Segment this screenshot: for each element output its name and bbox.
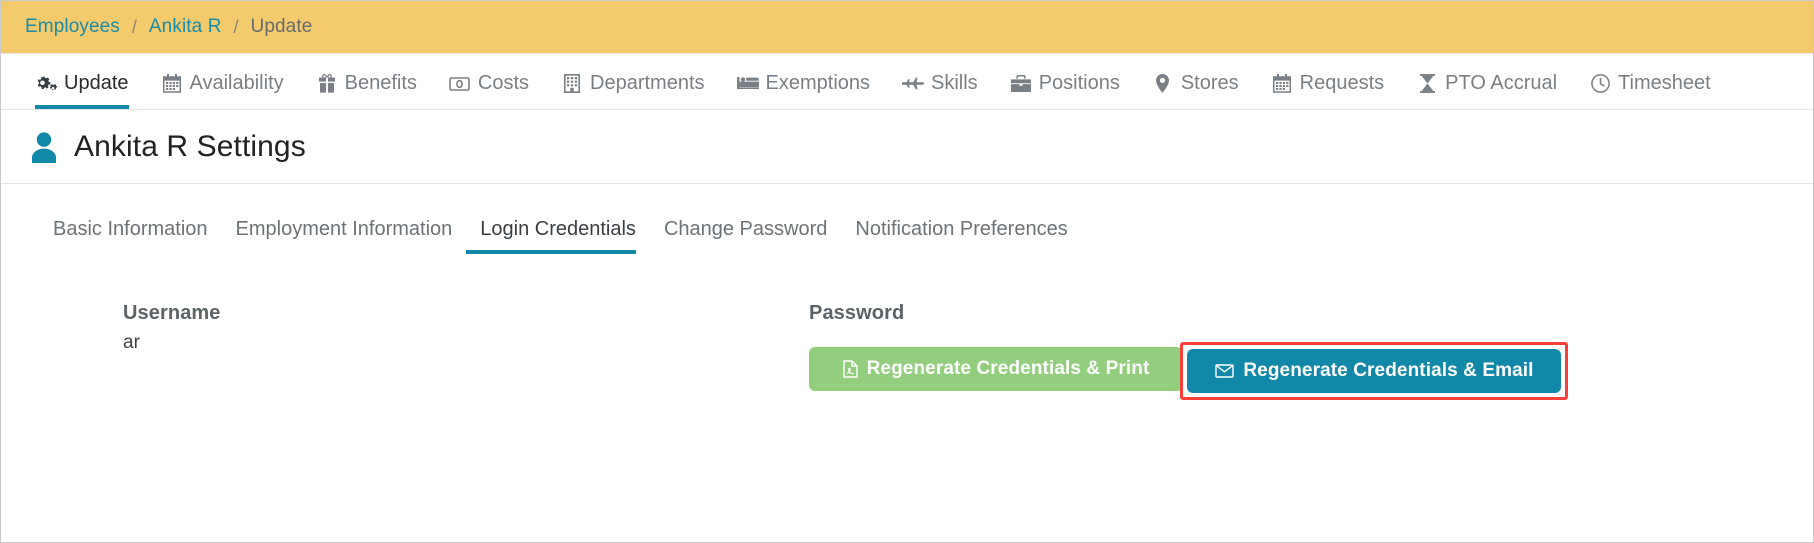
subtab-notification-preferences[interactable]: Notification Preferences <box>841 218 1081 254</box>
tab-label: Departments <box>590 72 705 94</box>
tab-departments[interactable]: Departments <box>545 72 721 109</box>
button-label: Regenerate Credentials & Print <box>866 358 1150 379</box>
bed-icon <box>736 74 759 94</box>
subtab-login-credentials[interactable]: Login Credentials <box>466 218 650 254</box>
hourglass-icon <box>1416 74 1438 94</box>
subtab-label: Employment Information <box>235 218 453 240</box>
tab-label: Availability <box>189 72 284 94</box>
tab-label: Benefits <box>344 72 417 94</box>
tab-label: Update <box>64 72 129 94</box>
subtab-basic-information[interactable]: Basic Information <box>53 218 222 254</box>
tab-costs[interactable]: Costs <box>433 72 545 109</box>
tab-timesheet[interactable]: Timesheet <box>1573 72 1727 109</box>
subtab-label: Basic Information <box>53 218 208 240</box>
breadcrumb-separator: / <box>131 16 137 37</box>
tab-label: Skills <box>931 72 978 94</box>
file-pdf-icon <box>842 360 858 378</box>
tab-label: Costs <box>477 72 530 94</box>
tab-label: Requests <box>1299 72 1385 94</box>
breadcrumb-item-update: Update <box>250 16 313 37</box>
regenerate-credentials-print-button[interactable]: Regenerate Credentials & Print <box>809 347 1183 391</box>
fighter-jet-icon <box>902 74 925 94</box>
subtab-change-password[interactable]: Change Password <box>650 218 841 254</box>
briefcase-icon <box>1010 74 1032 94</box>
breadcrumb-item-employees[interactable]: Employees <box>25 16 120 38</box>
page-header: Ankita R Settings <box>1 110 1813 184</box>
login-credentials-form: Username ar Password Regenerate Credenti… <box>1 254 1813 400</box>
main-tab-strip: Update Availability Benefits Costs Depar… <box>1 54 1813 110</box>
password-group: Password Regenerate Credentials & Print <box>801 302 1813 400</box>
envelope-icon <box>1215 364 1235 378</box>
content-panel: Basic Information Employment Information… <box>1 184 1813 542</box>
user-icon <box>27 130 61 164</box>
calendar-icon <box>1271 74 1293 94</box>
subtab-label: Change Password <box>663 218 828 240</box>
username-label: Username <box>123 302 221 324</box>
subtab-employment-information[interactable]: Employment Information <box>222 218 467 254</box>
application-window: Employees / Ankita R / Update Update Ava… <box>0 0 1814 543</box>
breadcrumb: Employees / Ankita R / Update <box>1 1 1813 54</box>
sub-tab-strip: Basic Information Employment Information… <box>1 184 1813 254</box>
regenerate-credentials-email-button[interactable]: Regenerate Credentials & Email <box>1187 349 1562 393</box>
page-title: Ankita R Settings <box>74 129 306 163</box>
building-icon <box>561 74 583 94</box>
tab-benefits[interactable]: Benefits <box>300 72 433 109</box>
tab-positions[interactable]: Positions <box>994 72 1136 109</box>
breadcrumb-separator: / <box>233 16 239 37</box>
username-value: ar <box>123 332 140 353</box>
tab-label: Positions <box>1038 72 1120 94</box>
tab-pto-accrual[interactable]: PTO Accrual <box>1400 72 1573 109</box>
tab-availability[interactable]: Availability <box>145 72 300 109</box>
map-marker-icon <box>1152 74 1174 94</box>
subtab-label: Login Credentials <box>480 218 636 240</box>
calendar-icon <box>161 74 183 94</box>
highlight-annotation: Regenerate Credentials & Email <box>1180 342 1569 400</box>
tab-label: PTO Accrual <box>1445 72 1558 94</box>
subtab-label: Notification Preferences <box>855 218 1068 240</box>
tab-update[interactable]: Update <box>27 72 145 109</box>
tab-exemptions[interactable]: Exemptions <box>721 72 887 109</box>
breadcrumb-item-ankita-r[interactable]: Ankita R <box>149 16 222 38</box>
tab-label: Exemptions <box>765 72 871 94</box>
username-group: Username ar <box>1 302 801 400</box>
clock-icon <box>1589 74 1611 94</box>
tab-stores[interactable]: Stores <box>1136 72 1255 109</box>
gears-icon <box>35 74 57 94</box>
tab-skills[interactable]: Skills <box>886 72 994 109</box>
gift-icon <box>316 74 338 94</box>
tab-label: Timesheet <box>1618 72 1711 94</box>
button-label: Regenerate Credentials & Email <box>1243 360 1534 381</box>
money-bill-icon <box>449 74 471 94</box>
password-label: Password <box>809 302 905 324</box>
tab-requests[interactable]: Requests <box>1255 72 1401 109</box>
tab-label: Stores <box>1180 72 1239 94</box>
